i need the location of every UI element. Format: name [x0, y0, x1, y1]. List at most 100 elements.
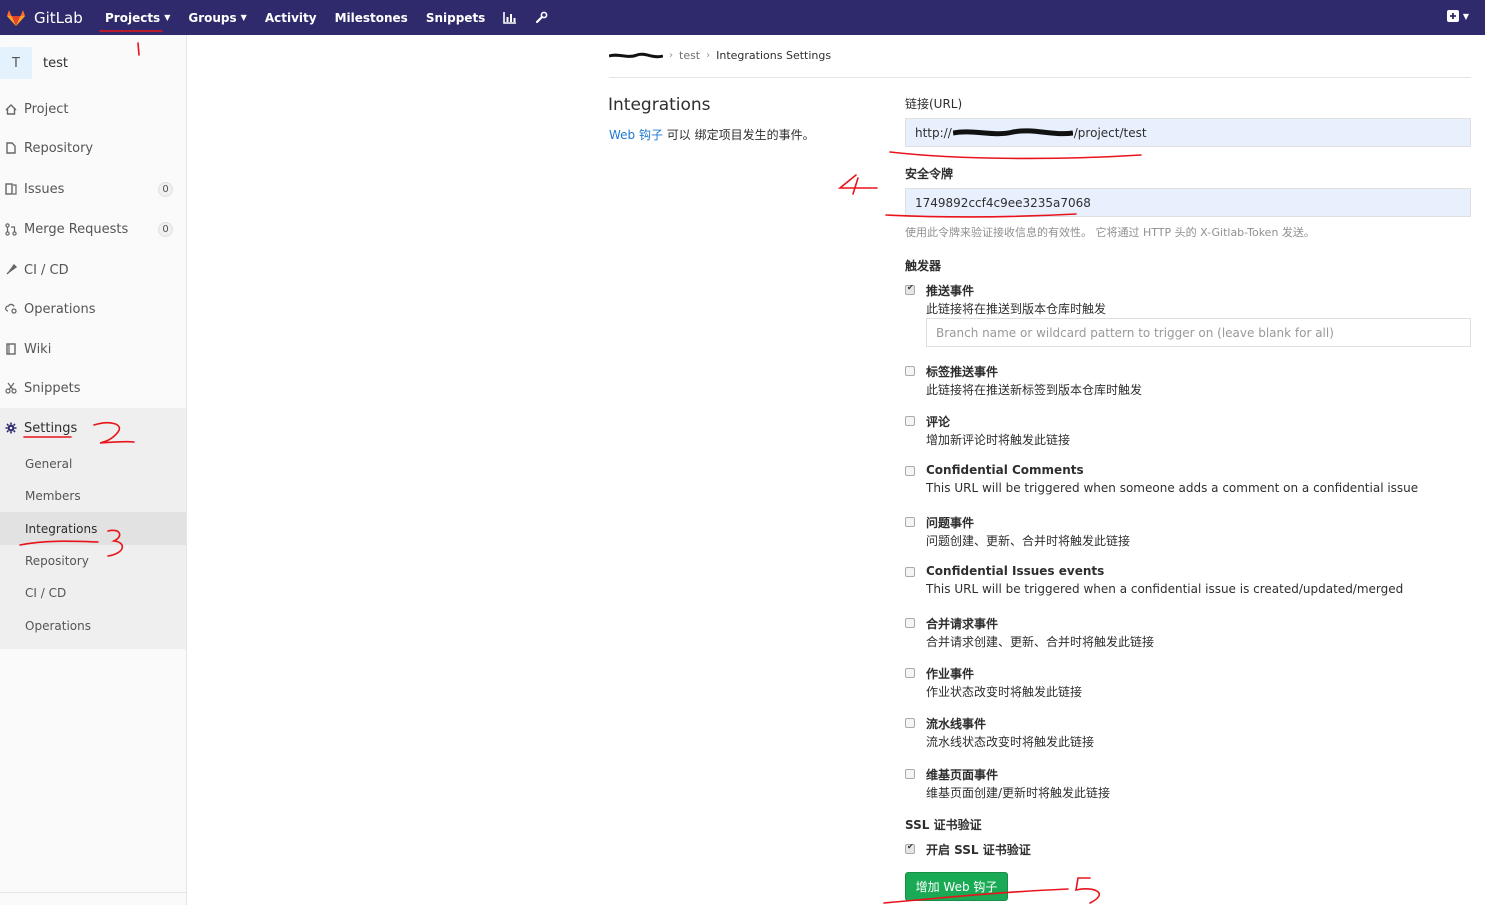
trigger-title: 合并请求事件: [926, 617, 999, 631]
sidebar-project-header[interactable]: T test: [0, 45, 187, 81]
trigger-title: Confidential Issues events: [926, 564, 1105, 578]
chevron-down-icon: ▼: [1462, 11, 1469, 21]
trigger-desc: 增加新评论时将触发此链接: [926, 433, 1071, 447]
nav-projects-label: Projects: [105, 10, 161, 25]
sidebar-item-label: Project: [24, 101, 69, 117]
sidebar-item-snippets[interactable]: Snippets: [0, 374, 187, 402]
trigger-title: Confidential Comments: [926, 463, 1084, 477]
project-name: test: [43, 55, 68, 71]
sidebar-item-operations[interactable]: Operations: [0, 295, 187, 323]
page-description-text: 可以 绑定项目发生的事件。: [662, 128, 815, 142]
sidebar-item-issues[interactable]: Issues 0: [0, 175, 187, 203]
brand[interactable]: GitLab: [0, 9, 96, 27]
confidential-comments-checkbox[interactable]: [905, 466, 915, 476]
home-icon: [4, 102, 18, 116]
branch-filter-input[interactable]: Branch name or wildcard pattern to trigg…: [926, 318, 1471, 347]
secret-token-input[interactable]: 1749892ccf4c9ee3235a7068: [905, 188, 1471, 217]
webhooks-doc-link[interactable]: Web 钩子: [609, 128, 663, 142]
url-suffix: /project/test: [1073, 125, 1147, 140]
secret-token-hint: 使用此令牌来验证接收信息的有效性。 它将通过 HTTP 头的 X-Gitlab-…: [905, 226, 1315, 239]
trigger-desc: This URL will be triggered when someone …: [926, 481, 1419, 495]
sidebar-item-label: Issues: [24, 181, 65, 197]
sidebar-item-merge-requests[interactable]: Merge Requests 0: [0, 215, 187, 243]
url-label: 链接(URL): [905, 97, 963, 111]
chevron-right-icon: ›: [706, 50, 711, 61]
sidebar-item-label: CI / CD: [24, 262, 69, 278]
sidebar-item-ci-cd[interactable]: CI / CD: [0, 256, 187, 284]
settings-sub-members[interactable]: Members: [25, 489, 81, 503]
nav-activity[interactable]: Activity: [265, 11, 317, 25]
doc-icon: [4, 141, 18, 155]
sidebar-item-label: Settings: [24, 420, 78, 436]
sidebar-item-repository[interactable]: Repository: [0, 134, 187, 162]
merge-icon: [4, 222, 18, 236]
settings-sub-operations[interactable]: Operations: [25, 619, 91, 633]
new-dropdown[interactable]: ▼: [1446, 10, 1469, 22]
top-navbar: GitLab Projects ▼ Groups ▼ Activity Milest…: [0, 0, 1485, 35]
breadcrumb: › test › Integrations Settings: [608, 49, 832, 62]
jobs-checkbox[interactable]: [905, 668, 915, 678]
scissors-icon: [4, 381, 18, 395]
push-events-checkbox[interactable]: [905, 283, 915, 295]
page-title: Integrations: [608, 95, 711, 115]
ssl-label: SSL 证书验证: [905, 818, 982, 832]
sidebar-item-label: Merge Requests: [24, 221, 129, 237]
trigger-desc: This URL will be triggered when a confid…: [926, 582, 1404, 596]
url-input[interactable]: http:// /project/test: [905, 118, 1471, 147]
merge-requests-count-badge: 0: [158, 221, 173, 237]
tag-push-checkbox[interactable]: [905, 366, 915, 376]
sidebar: T test Project Repository Issues 0 Merge…: [0, 35, 187, 905]
nav-projects[interactable]: Projects ▼: [105, 11, 170, 25]
settings-sub-integrations[interactable]: Integrations: [25, 522, 97, 536]
trigger-title: 评论: [926, 415, 951, 429]
breadcrumb-current: Integrations Settings: [716, 49, 832, 62]
chevron-down-icon: ▼: [164, 13, 171, 22]
redacted-group-link[interactable]: [608, 51, 664, 61]
page-description: Web 钩子 可以 绑定项目发生的事件。: [609, 126, 815, 143]
sidebar-item-label: Snippets: [24, 380, 81, 396]
gitlab-logo-icon: [7, 9, 25, 26]
annotation-mark-4: [837, 174, 878, 195]
annotation-underline-url: [889, 151, 1142, 160]
trigger-desc: 合并请求创建、更新、合并时将触发此链接: [926, 635, 1155, 649]
wrench-icon[interactable]: [535, 11, 548, 24]
settings-sub-general[interactable]: General: [25, 457, 72, 471]
nav-milestones[interactable]: Milestones: [335, 11, 408, 25]
sidebar-item-label: Repository: [24, 140, 94, 156]
wiki-pages-checkbox[interactable]: [905, 769, 915, 779]
sidebar-item-project[interactable]: Project: [0, 95, 187, 123]
book-icon: [4, 342, 18, 356]
trigger-title: 问题事件: [926, 516, 975, 530]
comments-checkbox[interactable]: [905, 416, 915, 426]
secret-token-label: 安全令牌: [905, 167, 954, 181]
trigger-desc: 此链接将在推送到版本仓库时触发: [926, 302, 1107, 316]
merge-requests-checkbox[interactable]: [905, 618, 915, 628]
settings-sub-repository[interactable]: Repository: [25, 554, 89, 568]
trigger-title: 作业事件: [926, 667, 975, 681]
settings-sub-ci-cd[interactable]: CI / CD: [25, 586, 66, 600]
avatar: T: [0, 47, 32, 79]
nav-snippets[interactable]: Snippets: [426, 11, 486, 25]
rocket-icon: [4, 263, 18, 277]
nav-groups[interactable]: Groups ▼: [188, 11, 246, 25]
brand-name: GitLab: [34, 8, 83, 27]
issues-checkbox[interactable]: [905, 517, 915, 527]
sidebar-item-wiki[interactable]: Wiki: [0, 335, 187, 363]
trigger-desc: 维基页面创建/更新时将触发此链接: [926, 786, 1111, 800]
issues-icon: [4, 182, 18, 196]
ssl-verification-checkbox[interactable]: [905, 842, 915, 854]
sidebar-item-label: Wiki: [24, 341, 52, 357]
plus-square-icon: [1446, 10, 1459, 22]
sidebar-item-settings[interactable]: Settings: [0, 414, 187, 442]
add-webhook-button[interactable]: 增加 Web 钩子: [905, 872, 1008, 901]
pipelines-checkbox[interactable]: [905, 718, 915, 728]
trigger-desc: 流水线状态改变时将触发此链接: [926, 735, 1095, 749]
confidential-issues-checkbox[interactable]: [905, 567, 915, 577]
cloud-gear-icon: [4, 302, 18, 316]
breadcrumb-project[interactable]: test: [679, 49, 700, 62]
issues-count-badge: 0: [158, 181, 173, 197]
ssl-option-label: 开启 SSL 证书验证: [926, 843, 1031, 857]
chart-icon[interactable]: [503, 11, 517, 24]
trigger-title: 推送事件: [926, 284, 975, 298]
redacted-host: [952, 127, 1073, 136]
